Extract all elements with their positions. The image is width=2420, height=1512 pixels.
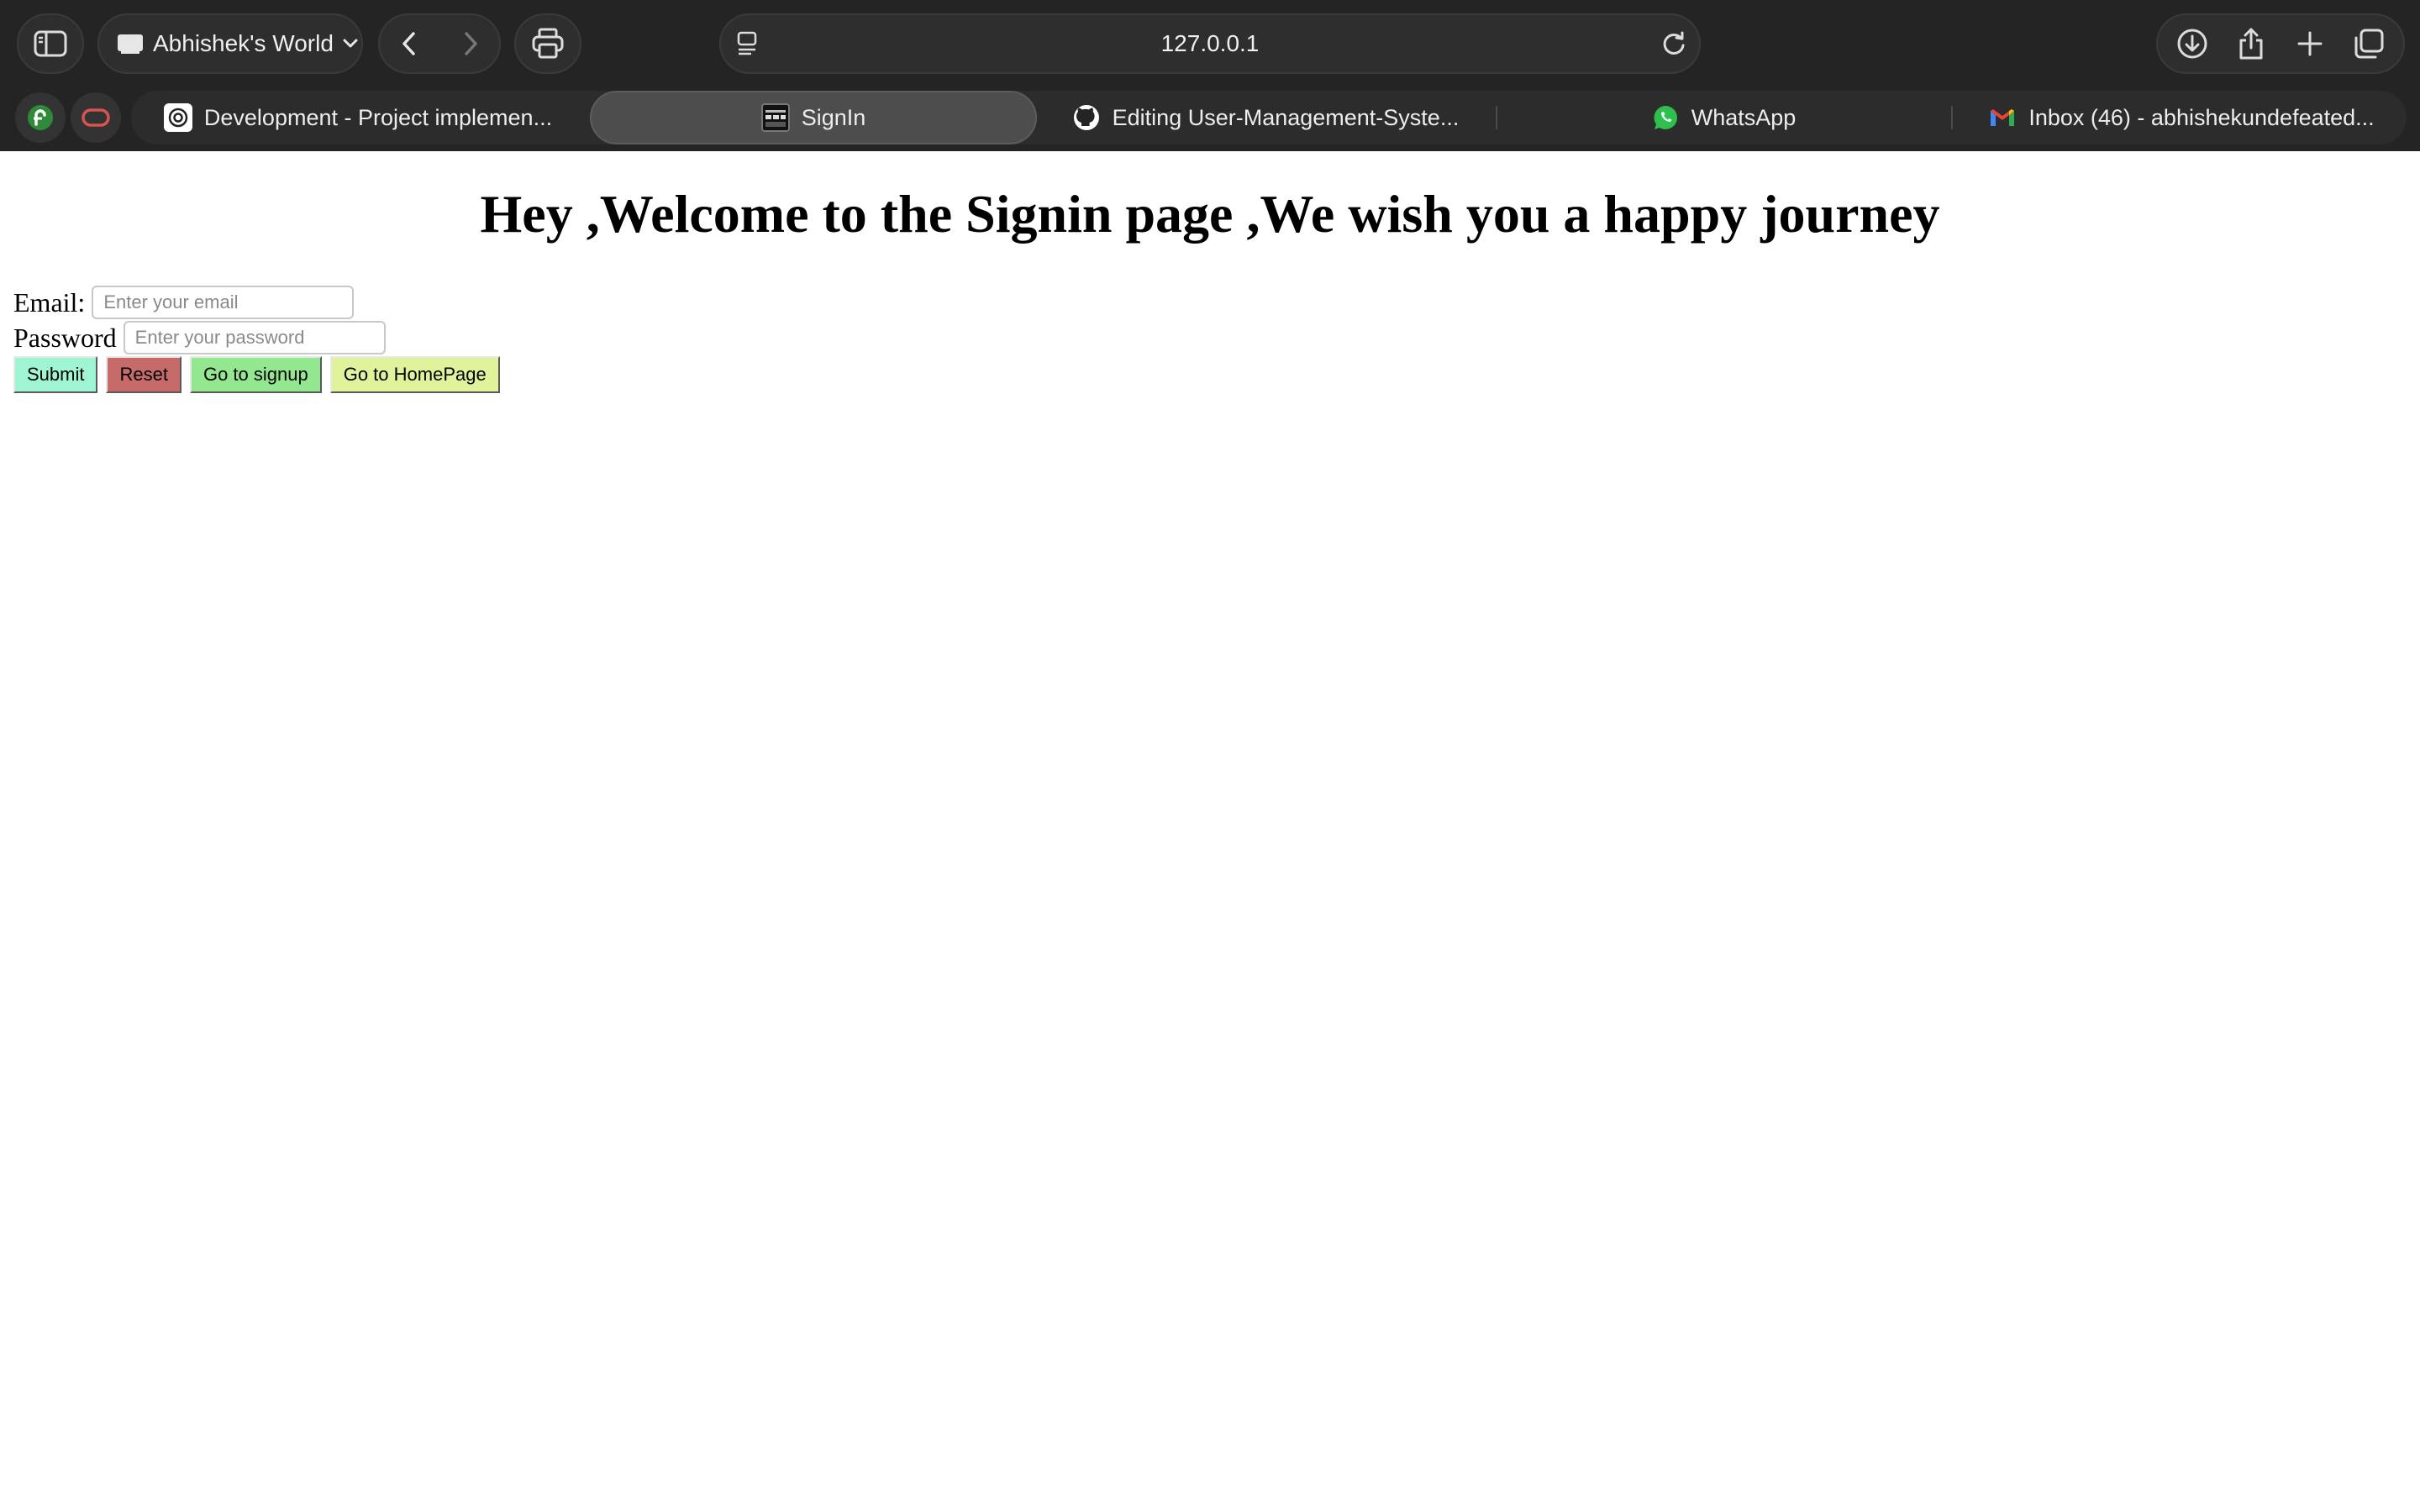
profile-name: Abhishek's World	[153, 30, 334, 56]
tab-gmail[interactable]: Inbox (46) - abhishekundefeated...	[1956, 91, 2407, 144]
email-label: Email:	[13, 286, 86, 318]
browser-toolbar: Abhishek's World 127.0.0.1	[0, 0, 2420, 84]
github-icon	[1072, 103, 1101, 132]
go-to-homepage-button[interactable]: Go to HomePage	[329, 356, 500, 393]
extension-button-green[interactable]	[15, 92, 66, 143]
tab-separator	[1496, 106, 1497, 129]
tab-title: Editing User-Management-Syste...	[1112, 104, 1460, 130]
profile-switcher[interactable]: Abhishek's World	[97, 13, 363, 74]
printer-icon	[532, 28, 564, 59]
tab-github[interactable]: Editing User-Management-Syste...	[1047, 91, 1484, 144]
tabs-strip: Development - Project implemen... SignIn	[131, 91, 2407, 144]
email-row: Email:	[13, 286, 355, 319]
download-icon	[2177, 29, 2207, 59]
page-title: Hey ,Welcome to the Signin page ,We wish…	[480, 184, 1940, 244]
tab-bar: Development - Project implemen... SignIn	[0, 84, 2420, 151]
password-field[interactable]	[123, 321, 386, 354]
tab-title: WhatsApp	[1691, 104, 1797, 130]
tab-title: SignIn	[801, 104, 866, 130]
password-label: Password	[13, 322, 117, 353]
tab-overview-icon	[2354, 29, 2384, 59]
tab-signin[interactable]: SignIn	[590, 91, 1037, 144]
new-tab-button[interactable]	[2283, 18, 2337, 69]
go-to-signup-button[interactable]: Go to signup	[189, 356, 322, 393]
password-row: Password	[13, 321, 386, 354]
share-icon	[2239, 28, 2263, 60]
tab-overview-button[interactable]	[2342, 18, 2396, 69]
red-extension-icon	[82, 108, 110, 127]
email-field[interactable]	[92, 286, 355, 319]
extension-button-red[interactable]	[71, 92, 121, 143]
chatgpt-icon	[163, 103, 192, 132]
navigation-group	[378, 13, 501, 74]
tab-title: Development - Project implemen...	[203, 104, 553, 130]
print-button[interactable]	[514, 13, 581, 74]
plus-icon	[2297, 31, 2323, 56]
back-button[interactable]	[384, 18, 434, 69]
whatsapp-icon	[1651, 103, 1680, 132]
chevron-right-icon	[464, 32, 477, 55]
downloads-button[interactable]	[2165, 18, 2219, 69]
submit-button[interactable]: Submit	[13, 356, 98, 393]
address-bar[interactable]: 127.0.0.1	[719, 13, 1701, 74]
share-button[interactable]	[2224, 18, 2278, 69]
green-extension-icon	[28, 105, 53, 130]
tab-development[interactable]: Development - Project implemen...	[131, 91, 585, 144]
sidebar-toggle-button[interactable]	[17, 13, 84, 74]
reload-icon[interactable]	[1659, 29, 1689, 59]
sidebar-icon	[34, 30, 67, 57]
reset-button[interactable]: Reset	[106, 356, 182, 393]
chevron-down-icon	[343, 39, 358, 48]
forward-button[interactable]	[445, 18, 496, 69]
page-content: Hey ,Welcome to the Signin page ,We wish…	[0, 151, 2420, 1512]
chevron-left-icon	[402, 32, 415, 55]
gmail-icon	[1988, 103, 2017, 132]
tab-separator	[1951, 106, 1953, 129]
site-favicon	[760, 103, 790, 132]
toolbar-actions	[2156, 13, 2405, 74]
url-text: 127.0.0.1	[1160, 30, 1260, 56]
form-buttons: Submit Reset Go to signup Go to HomePage	[13, 356, 500, 393]
laptop-icon	[118, 34, 143, 54]
tab-title: Inbox (46) - abhishekundefeated...	[2028, 104, 2375, 130]
tab-whatsapp[interactable]: WhatsApp	[1501, 91, 1946, 144]
